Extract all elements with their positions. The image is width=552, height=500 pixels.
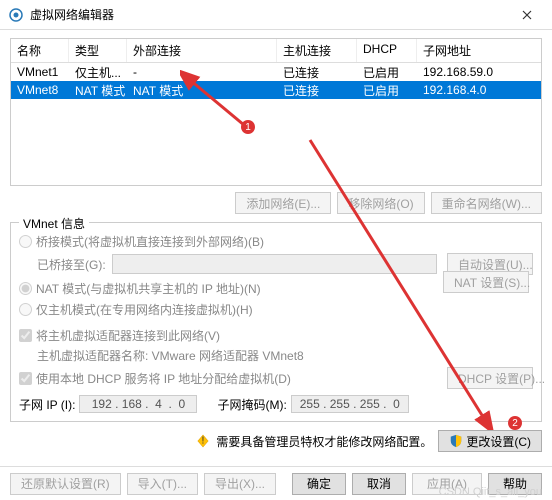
col-subnet[interactable]: 子网地址	[417, 39, 541, 62]
app-icon	[8, 7, 24, 23]
dialog-footer: 还原默认设置(R) 导入(T)... 导出(X)... 确定 取消 应用(A) …	[0, 466, 552, 500]
cancel-button[interactable]: 取消	[352, 473, 406, 495]
change-settings-button[interactable]: 更改设置(C)	[438, 430, 542, 452]
table-row[interactable]: VMnet1 仅主机... - 已连接 已启用 192.168.59.0	[11, 63, 541, 81]
restore-defaults-button[interactable]: 还原默认设置(R)	[10, 473, 121, 495]
subnet-mask-input	[291, 395, 409, 413]
network-table: 名称 类型 外部连接 主机连接 DHCP 子网地址 VMnet1 仅主机... …	[10, 38, 542, 186]
dhcp-label: 使用本地 DHCP 服务将 IP 地址分配给虚拟机(D)	[36, 370, 291, 387]
group-title: VMnet 信息	[19, 215, 89, 232]
col-host[interactable]: 主机连接	[277, 39, 357, 62]
import-button[interactable]: 导入(T)...	[127, 473, 198, 495]
remove-network-button[interactable]: 移除网络(O)	[337, 192, 424, 214]
col-dhcp[interactable]: DHCP	[357, 39, 417, 62]
warning-icon: !	[196, 434, 210, 448]
subnet-ip-label: 子网 IP (I):	[19, 396, 75, 413]
help-button[interactable]: 帮助	[488, 473, 542, 495]
dhcp-row: 使用本地 DHCP 服务将 IP 地址分配给虚拟机(D) DHCP 设置(P).…	[19, 367, 533, 389]
bridge-option-row: 桥接模式(将虚拟机直接连接到外部网络)(B)	[19, 232, 533, 250]
col-type[interactable]: 类型	[69, 39, 127, 62]
hostonly-label: 仅主机模式(在专用网络内连接虚拟机)(H)	[36, 301, 253, 318]
col-external[interactable]: 外部连接	[127, 39, 277, 62]
table-button-row: 添加网络(E)... 移除网络(O) 重命名网络(W)...	[10, 192, 542, 214]
ok-button[interactable]: 确定	[292, 473, 346, 495]
subnet-row: 子网 IP (I): 子网掩码(M):	[19, 395, 533, 413]
shield-icon	[449, 434, 463, 448]
svg-text:!: !	[202, 435, 205, 447]
table-header: 名称 类型 外部连接 主机连接 DHCP 子网地址	[11, 39, 541, 63]
connect-host-label: 将主机虚拟适配器连接到此网络(V)	[36, 327, 220, 344]
close-button[interactable]	[510, 2, 544, 28]
host-adapter-name: 主机虚拟适配器名称: VMware 网络适配器 VMnet8	[37, 347, 533, 364]
subnet-ip-input	[79, 395, 197, 413]
nat-radio	[19, 282, 32, 295]
nat-settings-button[interactable]: NAT 设置(S)...	[443, 271, 529, 293]
titlebar: 虚拟网络编辑器	[0, 0, 552, 30]
table-row[interactable]: VMnet8 NAT 模式 NAT 模式 已连接 已启用 192.168.4.0	[11, 81, 541, 99]
connect-host-checkbox	[19, 329, 32, 342]
window-title: 虚拟网络编辑器	[30, 6, 510, 23]
admin-warning-row: ! 需要具备管理员特权才能修改网络配置。 更改设置(C)	[10, 430, 542, 452]
bridged-to-label: 已桥接至(G):	[37, 256, 106, 273]
subnet-mask-label: 子网掩码(M):	[217, 396, 286, 413]
export-button[interactable]: 导出(X)...	[204, 473, 276, 495]
bridge-radio	[19, 235, 32, 248]
hostonly-radio	[19, 303, 32, 316]
admin-warning-text: 需要具备管理员特权才能修改网络配置。	[216, 433, 432, 450]
vmnet-info-group: VMnet 信息 桥接模式(将虚拟机直接连接到外部网络)(B) 已桥接至(G):…	[10, 222, 542, 422]
bridged-to-select	[112, 254, 437, 274]
apply-button[interactable]: 应用(A)	[412, 473, 482, 495]
col-name[interactable]: 名称	[11, 39, 69, 62]
bridge-label: 桥接模式(将虚拟机直接连接到外部网络)(B)	[36, 233, 264, 250]
dhcp-checkbox	[19, 372, 32, 385]
hostonly-option-row: 仅主机模式(在专用网络内连接虚拟机)(H)	[19, 300, 533, 318]
nat-label: NAT 模式(与虚拟机共享主机的 IP 地址)(N)	[36, 280, 261, 297]
add-network-button[interactable]: 添加网络(E)...	[235, 192, 331, 214]
rename-network-button[interactable]: 重命名网络(W)...	[431, 192, 542, 214]
connect-host-row: 将主机虚拟适配器连接到此网络(V)	[19, 326, 533, 344]
table-body: VMnet1 仅主机... - 已连接 已启用 192.168.59.0 VMn…	[11, 63, 541, 99]
dhcp-settings-button[interactable]: DHCP 设置(P)...	[447, 367, 533, 389]
